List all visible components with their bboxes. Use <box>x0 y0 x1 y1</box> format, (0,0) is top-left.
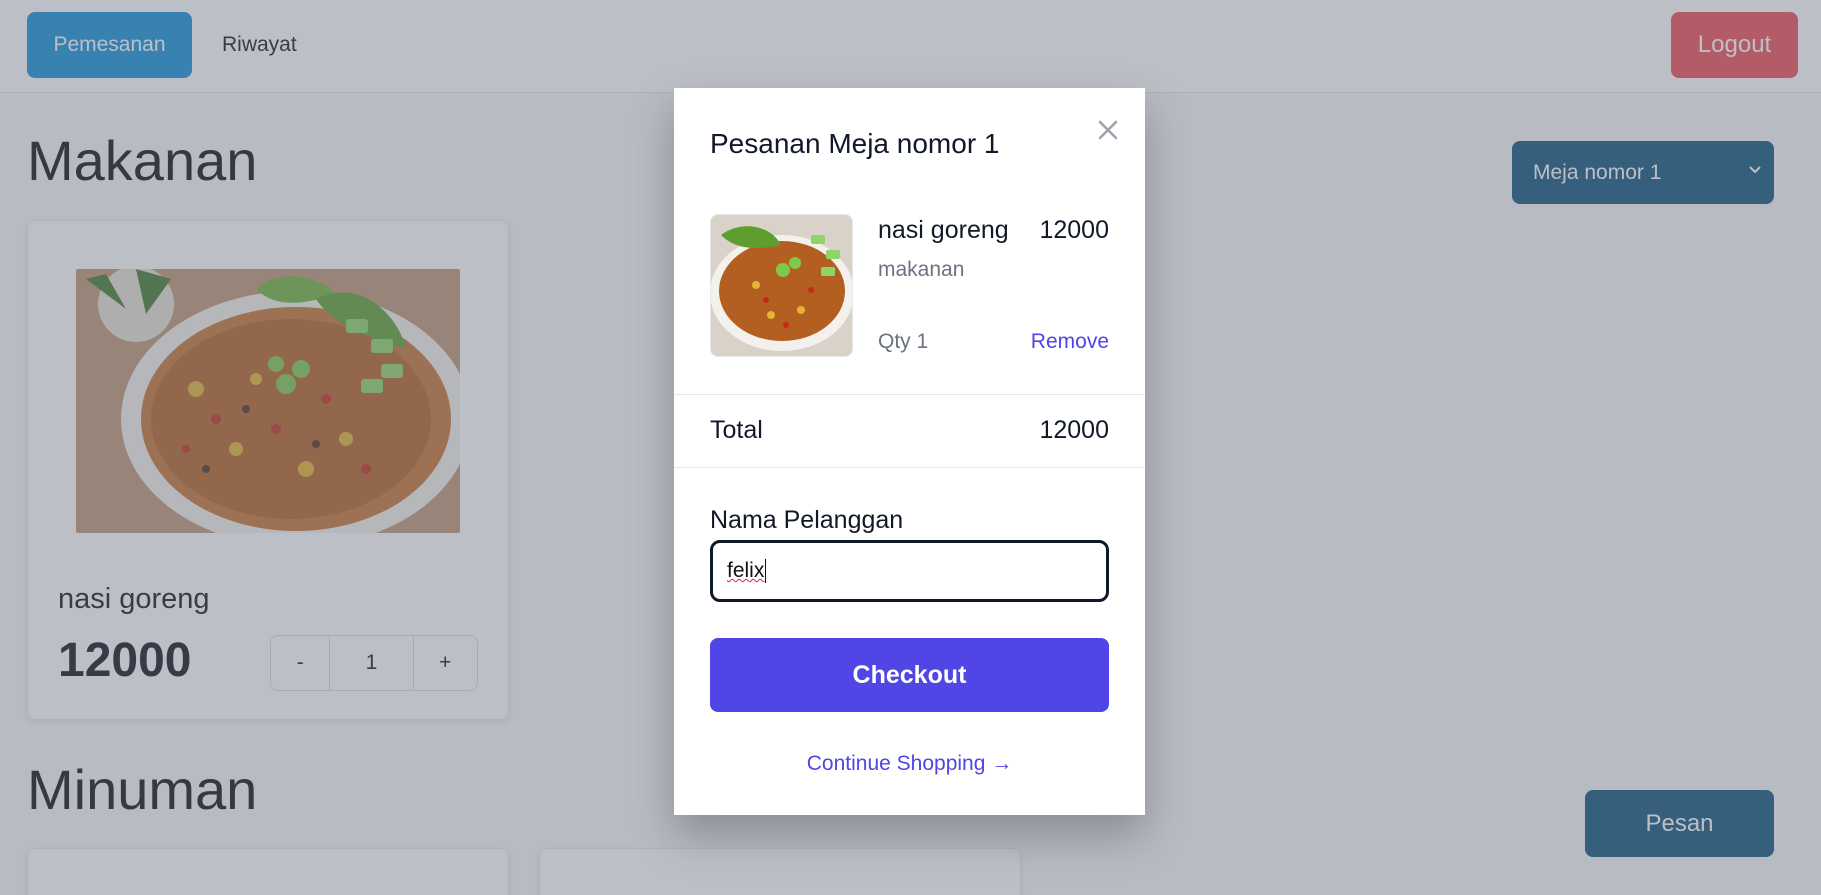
divider <box>674 467 1145 468</box>
order-modal: Pesanan Meja nomor 1 nasi goreng 12000 m… <box>674 88 1145 815</box>
customer-name-label: Nama Pelanggan <box>710 506 904 534</box>
text-caret <box>765 559 767 583</box>
modal-title: Pesanan Meja nomor 1 <box>710 128 1000 159</box>
cart-item-price: 12000 <box>1039 216 1109 244</box>
continue-shopping-link[interactable]: Continue Shopping → <box>674 752 1145 776</box>
customer-name-value: felix <box>727 559 765 582</box>
close-icon[interactable] <box>1094 116 1122 144</box>
customer-name-input[interactable]: felix <box>710 540 1109 602</box>
cart-item-name: nasi goreng <box>878 216 1009 244</box>
checkout-button[interactable]: Checkout <box>710 638 1109 712</box>
cart-item-category: makanan <box>878 258 965 281</box>
cart-item-image <box>710 214 853 357</box>
divider <box>674 394 1145 395</box>
remove-button[interactable]: Remove <box>1031 330 1109 354</box>
total-value: 12000 <box>1039 416 1109 444</box>
cart-item-quantity: Qty 1 <box>878 330 929 353</box>
total-label: Total <box>710 416 763 444</box>
